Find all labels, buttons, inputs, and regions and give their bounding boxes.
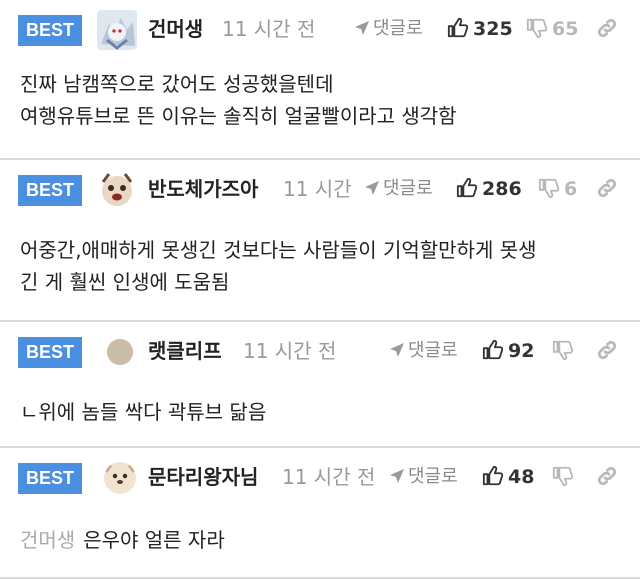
best-badge: BEST — [18, 463, 82, 494]
comment-body: 어중간,애매하게 못생긴 것보다는 사람들이 기억할만하게 못생 긴 게 훨씬 … — [0, 220, 640, 298]
dislike-count: 6 — [564, 178, 578, 200]
link-icon[interactable] — [596, 17, 618, 39]
like-count: 92 — [508, 340, 535, 362]
reply-arrow-icon — [390, 469, 404, 483]
comment-item: BEST 반도체가즈아 11 시간 댓글로 286 6 어중간,애매하게 못생긴… — [0, 160, 640, 322]
best-badge: BEST — [18, 337, 82, 368]
reply-button[interactable]: 댓글로 — [389, 462, 458, 492]
comment-item: BEST 문타리왕자님 11 시간 전 댓글로 48 건머생 은우야 얼른 자라 — [0, 448, 640, 579]
thumbs-up-icon — [447, 17, 469, 38]
reply-arrow-icon — [355, 21, 369, 35]
thumbs-up-icon — [456, 177, 478, 198]
comment-line: 건머생 은우야 얼른 자라 — [20, 524, 620, 556]
link-icon[interactable] — [596, 177, 618, 199]
link-icon[interactable] — [596, 465, 618, 487]
like-button[interactable]: 48 — [482, 462, 534, 492]
thumbs-down-icon — [526, 18, 548, 39]
thumbs-up-icon — [482, 465, 504, 486]
comment-line: 여행유튜브로 뜬 이유는 솔직히 얼굴빨이라고 생각함 — [20, 104, 457, 128]
comment-text: 은우야 얼른 자라 — [83, 528, 225, 552]
comment-time: 11 시간 전 — [222, 17, 316, 41]
comment-time: 11 시간 전 — [243, 339, 337, 363]
nickname[interactable]: 문타리왕자님 — [148, 462, 258, 492]
best-badge: BEST — [18, 175, 82, 206]
thumbs-down-icon — [538, 178, 560, 199]
reply-button[interactable]: 댓글로 — [389, 336, 458, 366]
comment-body: 건머생 은우야 얼른 자라 — [0, 508, 640, 556]
comment-body: ㄴ위에 놈들 싹다 곽튜브 닮음 — [0, 382, 640, 428]
avatar[interactable] — [97, 170, 137, 210]
avatar[interactable] — [107, 339, 133, 365]
comment-header: BEST 랫클리프 11 시간 전 댓글로 92 — [0, 322, 640, 382]
reply-arrow-icon — [390, 343, 404, 357]
thumbs-down-icon — [552, 466, 574, 487]
comment-line: 긴 게 훨씬 인생에 도움됨 — [20, 270, 230, 294]
like-count: 48 — [508, 466, 535, 488]
like-count: 286 — [482, 178, 522, 200]
nickname[interactable]: 건머생 — [148, 14, 203, 44]
avatar[interactable] — [97, 10, 137, 50]
thumbs-up-icon — [482, 339, 504, 360]
comment-header: BEST 건머생 11 시간 전 댓글로 325 65 — [0, 0, 640, 60]
dislike-button[interactable] — [552, 336, 578, 366]
like-button[interactable]: 92 — [482, 336, 534, 366]
reply-arrow-icon — [365, 181, 379, 195]
reply-label: 댓글로 — [373, 18, 423, 39]
comment-item: BEST 건머생 11 시간 전 댓글로 325 65 진짜 남캠쪽으로 갔어도… — [0, 0, 640, 160]
comment-body: 진짜 남캠쪽으로 갔어도 성공했을텐데 여행유튜브로 뜬 이유는 솔직히 얼굴빨… — [0, 60, 640, 132]
comment-line: ㄴ위에 놈들 싹다 곽튜브 닮음 — [20, 400, 267, 424]
reply-to-tag[interactable]: 건머생 — [20, 528, 75, 552]
comment-header: BEST 문타리왕자님 11 시간 전 댓글로 48 — [0, 448, 640, 508]
reply-label: 댓글로 — [408, 340, 458, 361]
comment-item: BEST 랫클리프 11 시간 전 댓글로 92 ㄴ위에 놈들 싹다 곽튜브 닮… — [0, 322, 640, 448]
reply-button[interactable]: 댓글로 — [364, 174, 433, 204]
like-button[interactable]: 325 — [447, 14, 513, 44]
comment-time: 11 시간 전 — [282, 465, 376, 489]
like-count: 325 — [473, 18, 513, 40]
comment-header: BEST 반도체가즈아 11 시간 댓글로 286 6 — [0, 160, 640, 220]
avatar[interactable] — [104, 462, 136, 494]
dislike-button[interactable]: 6 — [538, 174, 577, 204]
thumbs-down-icon — [552, 340, 574, 361]
dislike-button[interactable] — [552, 462, 578, 492]
reply-label: 댓글로 — [383, 178, 433, 199]
reply-button[interactable]: 댓글로 — [354, 14, 423, 44]
like-button[interactable]: 286 — [456, 174, 522, 204]
comment-time: 11 시간 — [283, 177, 352, 201]
dislike-count: 65 — [552, 18, 579, 40]
dislike-button[interactable]: 65 — [526, 14, 578, 44]
link-icon[interactable] — [596, 339, 618, 361]
best-badge: BEST — [18, 15, 82, 46]
comment-line: 어중간,애매하게 못생긴 것보다는 사람들이 기억할만하게 못생 — [20, 238, 537, 262]
comment-line: 진짜 남캠쪽으로 갔어도 성공했을텐데 — [20, 72, 334, 96]
reply-label: 댓글로 — [408, 466, 458, 487]
nickname[interactable]: 랫클리프 — [148, 336, 222, 366]
nickname[interactable]: 반도체가즈아 — [148, 174, 258, 204]
